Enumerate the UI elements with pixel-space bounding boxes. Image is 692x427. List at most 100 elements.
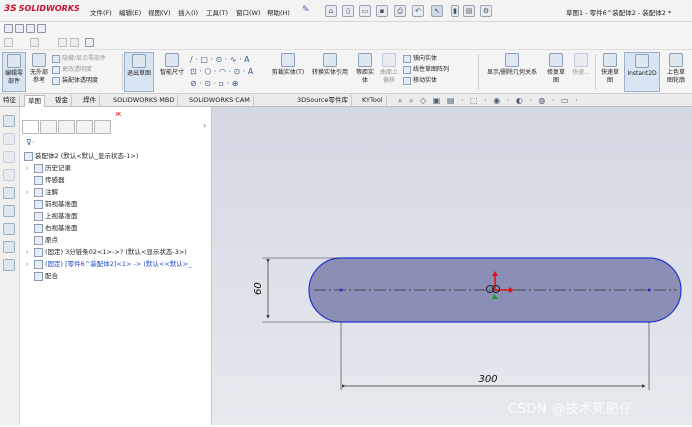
new-document-icon[interactable]: ▯ (342, 5, 354, 17)
strip-icon-2[interactable] (3, 133, 15, 145)
repair-sketch-button[interactable]: 修复草 图 (545, 52, 567, 92)
menu-tools[interactable]: 工具(T) (206, 7, 228, 17)
shaded-sketch-contours-button[interactable]: 上色草 图轮廓 (662, 52, 690, 92)
print-icon[interactable]: ⎙ (394, 5, 406, 17)
display-delete-relations-button[interactable]: 显示/删除几何关系 (481, 52, 543, 92)
feature-tree-tab-icon[interactable] (22, 120, 39, 134)
menu-view[interactable]: 视图(V) (148, 7, 171, 17)
menu-help[interactable]: 帮助(H) (267, 7, 290, 17)
menu-file[interactable]: 文件(F) (90, 7, 112, 17)
undo-icon[interactable]: ↶ (412, 5, 424, 17)
tree-item[interactable]: 右视基准面 (24, 222, 212, 234)
home-icon[interactable]: ⌂ (325, 5, 337, 17)
menu-edit[interactable]: 编辑(E) (119, 7, 141, 17)
move-icon (403, 76, 411, 85)
tab-features[interactable]: 特征 (0, 95, 20, 107)
tree-item[interactable]: 上视基准面 (24, 210, 212, 222)
secondary-quick-row (0, 36, 692, 50)
configuration-tab-icon[interactable] (58, 120, 75, 134)
height-dimension-label[interactable]: 60 (253, 282, 264, 295)
trim-entities-button[interactable]: 剪裁实体(T) (270, 52, 306, 92)
strip-icon-4[interactable] (3, 169, 15, 181)
strip-icon-6[interactable] (3, 205, 15, 217)
tree-item-icon (34, 259, 43, 269)
no-external-refs-button[interactable]: 无外部 参考 (28, 52, 50, 92)
rect-small-icon[interactable] (37, 24, 46, 33)
tree-item[interactable]: 原点 (24, 234, 212, 246)
tree-item[interactable]: › (固定) 3分链条02<1>->? (默认<显示状态-3>) (24, 246, 212, 258)
linear-sketch-pattern[interactable]: 线性草图阵列 (403, 64, 449, 75)
heads-up-view-toolbar[interactable]: ⌕ ⌕ ◇ ▣ ▤ · ⬚ · ◉ · ◐ · ◍ · ▭ · (398, 96, 580, 106)
hide-show-components[interactable]: 隐藏/显示零部件 (52, 53, 106, 64)
tree-item[interactable]: 配合 (24, 270, 212, 282)
sketch-small-icon[interactable] (4, 24, 13, 33)
strip-icon-9[interactable] (3, 259, 15, 271)
tree-item[interactable]: 前视基准面 (24, 198, 212, 210)
command-manager-tabs: 特征 草图 钣金 焊件 SOLIDWORKS MBD SOLIDWORKS CA… (0, 94, 692, 107)
filter-icon[interactable]: ⊽· (26, 138, 34, 147)
line-small-icon[interactable] (26, 24, 35, 33)
length-dimension-label[interactable]: 300 (478, 374, 497, 385)
separator (122, 54, 123, 90)
strip-icon-5[interactable] (3, 187, 15, 199)
edit-component-button[interactable]: 编辑零 部件 (2, 52, 26, 92)
convert-icon (323, 53, 337, 67)
menu-window[interactable]: 窗口(W) (236, 7, 261, 17)
file-properties-icon[interactable]: ▤ (463, 5, 475, 17)
tab-cam[interactable]: SOLIDWORKS CAM (186, 95, 254, 107)
open-folder-icon[interactable]: ▭ (359, 5, 371, 17)
display-manager-tab-icon[interactable] (94, 120, 111, 134)
offset-entities-button[interactable]: 等距实 体 (354, 52, 376, 92)
tab-kytool[interactable]: KYTool (359, 95, 387, 107)
move-entities[interactable]: 移动实体 (403, 75, 449, 86)
line-rect-circle-row[interactable]: / · □ · ⊙ · ∿ · A (190, 54, 270, 66)
convert-entities-button[interactable]: 转换实体引用 (308, 52, 352, 92)
tree-item[interactable]: › 历史记录 (24, 162, 212, 174)
tab-sheet-metal[interactable]: 钣金 (52, 95, 72, 107)
rebuild-icon[interactable]: ▮ (451, 5, 459, 17)
mirror-entities[interactable]: 镜向实体 (403, 53, 449, 64)
options-gear-icon[interactable]: ⚙ (480, 5, 492, 17)
solidworks-logo[interactable]: 3S SOLIDWORKS (4, 4, 80, 18)
dimxpert-tab-icon[interactable] (76, 120, 93, 134)
strip-icon-7[interactable] (3, 223, 15, 235)
tab-sketch[interactable]: 草图 (24, 95, 45, 107)
quick-access-row (0, 22, 692, 36)
exit-sketch-icon (132, 54, 146, 68)
save-icon[interactable]: ▪ (376, 5, 388, 17)
exit-sketch-button[interactable]: 退出草图 (124, 52, 154, 92)
smart-dimension-button[interactable]: 智能尺寸 (156, 52, 188, 92)
instant2d-button[interactable]: Instant2D (624, 52, 660, 92)
quick-snaps-button[interactable]: 快速... (569, 52, 593, 92)
tab-mbd[interactable]: SOLIDWORKS MBD (110, 95, 179, 107)
fix-icon[interactable] (70, 38, 79, 47)
chevron-right-icon[interactable]: › (203, 121, 206, 130)
rapid-sketch-button[interactable]: 快速草 图 (598, 52, 622, 92)
tree-item[interactable]: › (固定) [零件6^装配体2]<1> -> (默认<<默认>_ (24, 258, 212, 270)
tree-item[interactable]: › 注解 (24, 186, 212, 198)
select-arrow-icon[interactable]: ↖ (431, 5, 443, 17)
strip-icon-1[interactable] (3, 115, 15, 127)
pencil-icon[interactable] (4, 38, 13, 47)
pattern-group: 镜向实体 线性草图阵列 移动实体 (403, 53, 449, 86)
menu-insert[interactable]: 插入(I) (178, 7, 198, 17)
star-icon[interactable] (58, 38, 67, 47)
strip-icon-8[interactable] (3, 241, 15, 253)
property-manager-tab-icon[interactable] (40, 120, 57, 134)
assembly-transparency[interactable]: 装配体透明度 (52, 75, 106, 86)
layers-icon[interactable] (85, 38, 94, 47)
slot-polygon-arc-row[interactable]: ⊡ · ⬡ · ◠ · ⊙ · A (190, 66, 270, 78)
relation-icon[interactable] (30, 38, 39, 47)
tree-item-label: 原点 (45, 236, 58, 244)
change-transparency[interactable]: 更改透明度 (52, 64, 106, 75)
pin-icon[interactable]: ✎ (302, 5, 310, 15)
offset-on-surface-button[interactable]: 曲面上 偏移 (378, 52, 400, 92)
tree-root[interactable]: 装配体2 (默认<默认_显示状态-1>) (24, 150, 212, 162)
smart-dim-small-icon[interactable] (15, 24, 24, 33)
tab-weldments[interactable]: 焊件 (80, 95, 100, 107)
point-spline-row[interactable]: ⊘ · ⊙ · ▫ · ⊕ (190, 78, 270, 90)
graphics-area[interactable]: 60 300 (212, 107, 692, 425)
strip-icon-3[interactable] (3, 151, 15, 163)
tab-3dsource[interactable]: 3DSource零件库 (294, 95, 352, 107)
tree-item[interactable]: 传感器 (24, 174, 212, 186)
